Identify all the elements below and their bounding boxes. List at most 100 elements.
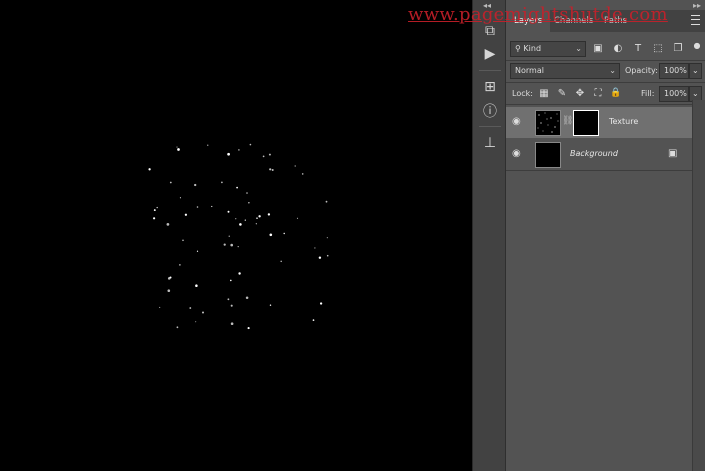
properties-icon[interactable]: ⊞ <box>479 76 501 98</box>
star-speck <box>235 218 237 220</box>
star-speck <box>182 239 184 242</box>
filter-shape-icon[interactable]: ⬚ <box>651 41 665 55</box>
star-speck <box>236 186 238 189</box>
opacity-input[interactable]: 100% <box>659 63 689 79</box>
filter-type-icon[interactable]: T <box>631 41 645 55</box>
blend-mode-select[interactable]: Normal ⌄ <box>510 63 620 79</box>
star-speck <box>230 243 234 247</box>
star-speck <box>223 243 226 246</box>
star-speck <box>318 256 322 259</box>
panel-tabs: Layers Channels Paths <box>506 10 705 32</box>
star-speck <box>248 202 250 204</box>
panel-dock-toolstrip: ◂◂ ⧉ ▶ ⊞ ⓘ ⊥ <box>472 0 506 471</box>
fill-label: Fill: <box>641 89 655 98</box>
layer-row-background[interactable]: ◉ Background ▣ <box>506 139 692 170</box>
star-speck <box>201 311 205 314</box>
star-speck <box>268 153 271 156</box>
tab-channels[interactable]: Channels <box>546 10 601 32</box>
opacity-label: Opacity: <box>625 66 658 75</box>
star-speck <box>326 254 329 257</box>
star-speck <box>153 209 156 212</box>
lock-transparent-pixels-icon[interactable]: ▦ <box>537 86 551 100</box>
layer-name: Texture <box>609 117 639 126</box>
document-canvas[interactable] <box>0 0 472 471</box>
star-speck <box>258 215 261 218</box>
layer-mask-thumbnail[interactable] <box>573 110 599 136</box>
layer-thumbnail <box>535 142 561 168</box>
star-speck <box>294 165 296 167</box>
star-speck <box>249 143 252 146</box>
play-action-icon[interactable]: ▶ <box>479 43 501 65</box>
divider <box>506 60 705 61</box>
star-speck <box>194 183 197 187</box>
opacity-dropdown[interactable]: ⌄ <box>689 63 702 79</box>
tab-paths[interactable]: Paths <box>596 10 635 32</box>
lock-artboard-icon[interactable]: ⛶ <box>591 86 605 100</box>
star-speck <box>207 144 209 146</box>
star-speck <box>169 181 172 184</box>
star-speck <box>176 146 178 148</box>
star-speck <box>196 250 199 252</box>
star-speck <box>230 304 233 307</box>
chevron-down-icon: ⌄ <box>692 89 699 98</box>
fill-value: 100% <box>664 89 687 98</box>
toolstrip-divider <box>479 126 501 127</box>
star-speck <box>156 206 158 209</box>
star-speck <box>179 197 181 199</box>
star-texture <box>148 143 329 330</box>
history-icon[interactable]: ⧉ <box>479 20 501 42</box>
info-icon[interactable]: ⓘ <box>479 100 501 122</box>
star-speck <box>269 304 272 306</box>
star-speck <box>177 148 180 151</box>
star-speck <box>326 237 328 239</box>
filter-kind-select[interactable]: ⚲ Kind ⌄ <box>510 41 586 57</box>
filter-adjustment-icon[interactable]: ◐ <box>611 41 625 55</box>
star-speck <box>152 217 156 220</box>
layer-name: Background <box>570 149 618 158</box>
star-speck <box>227 152 230 156</box>
filter-pixel-icon[interactable]: ▣ <box>591 41 605 55</box>
fill-input[interactable]: 100% <box>659 86 689 102</box>
mask-link-icon[interactable]: ⛓ <box>562 116 573 126</box>
chevron-down-icon: ⌄ <box>692 66 699 75</box>
star-speck <box>169 276 172 279</box>
star-speck <box>196 206 199 208</box>
lock-all-icon[interactable]: 🔒 <box>609 86 623 100</box>
panel-menu-icon[interactable] <box>691 15 700 25</box>
star-speck <box>184 213 188 216</box>
star-speck <box>325 200 328 203</box>
star-speck <box>227 210 230 213</box>
collapse-panel-icon[interactable]: ▸▸ <box>693 1 701 10</box>
clone-source-icon[interactable]: ⊥ <box>479 132 501 154</box>
layers-scrollbar[interactable] <box>692 100 705 471</box>
star-speck <box>237 246 239 248</box>
lock-image-pixels-icon[interactable]: ✎ <box>555 86 569 100</box>
star-speck <box>166 223 170 226</box>
star-speck <box>267 213 271 216</box>
lock-position-icon[interactable]: ✥ <box>573 86 587 100</box>
star-speck <box>195 321 197 323</box>
filter-kind-label: Kind <box>523 44 542 53</box>
star-speck <box>167 289 171 293</box>
visibility-eye-icon[interactable]: ◉ <box>512 117 526 127</box>
star-speck <box>221 181 223 184</box>
star-speck <box>228 235 230 237</box>
collapse-dock-icon[interactable]: ◂◂ <box>483 1 491 10</box>
layer-row-texture[interactable]: ◉ ⛓ Texture <box>506 107 692 138</box>
layers-panel: ▸▸ Layers Channels Paths ⚲ Kind ⌄ ▣ ◐ T … <box>506 0 705 471</box>
star-speck <box>230 279 232 282</box>
star-speck <box>238 149 240 151</box>
star-speck <box>244 219 246 221</box>
filter-smart-object-icon[interactable]: ❐ <box>671 41 685 55</box>
star-speck <box>179 264 181 266</box>
star-speck <box>238 272 241 275</box>
star-speck <box>230 322 234 326</box>
visibility-eye-icon[interactable]: ◉ <box>512 149 526 159</box>
tab-layers[interactable]: Layers <box>506 10 551 32</box>
star-speck <box>269 233 273 237</box>
star-speck <box>296 217 299 219</box>
filter-toggle-icon[interactable]: ● <box>690 38 704 52</box>
divider <box>506 104 705 105</box>
texture-thumbnail-image <box>537 112 559 133</box>
opacity-value: 100% <box>664 66 687 75</box>
